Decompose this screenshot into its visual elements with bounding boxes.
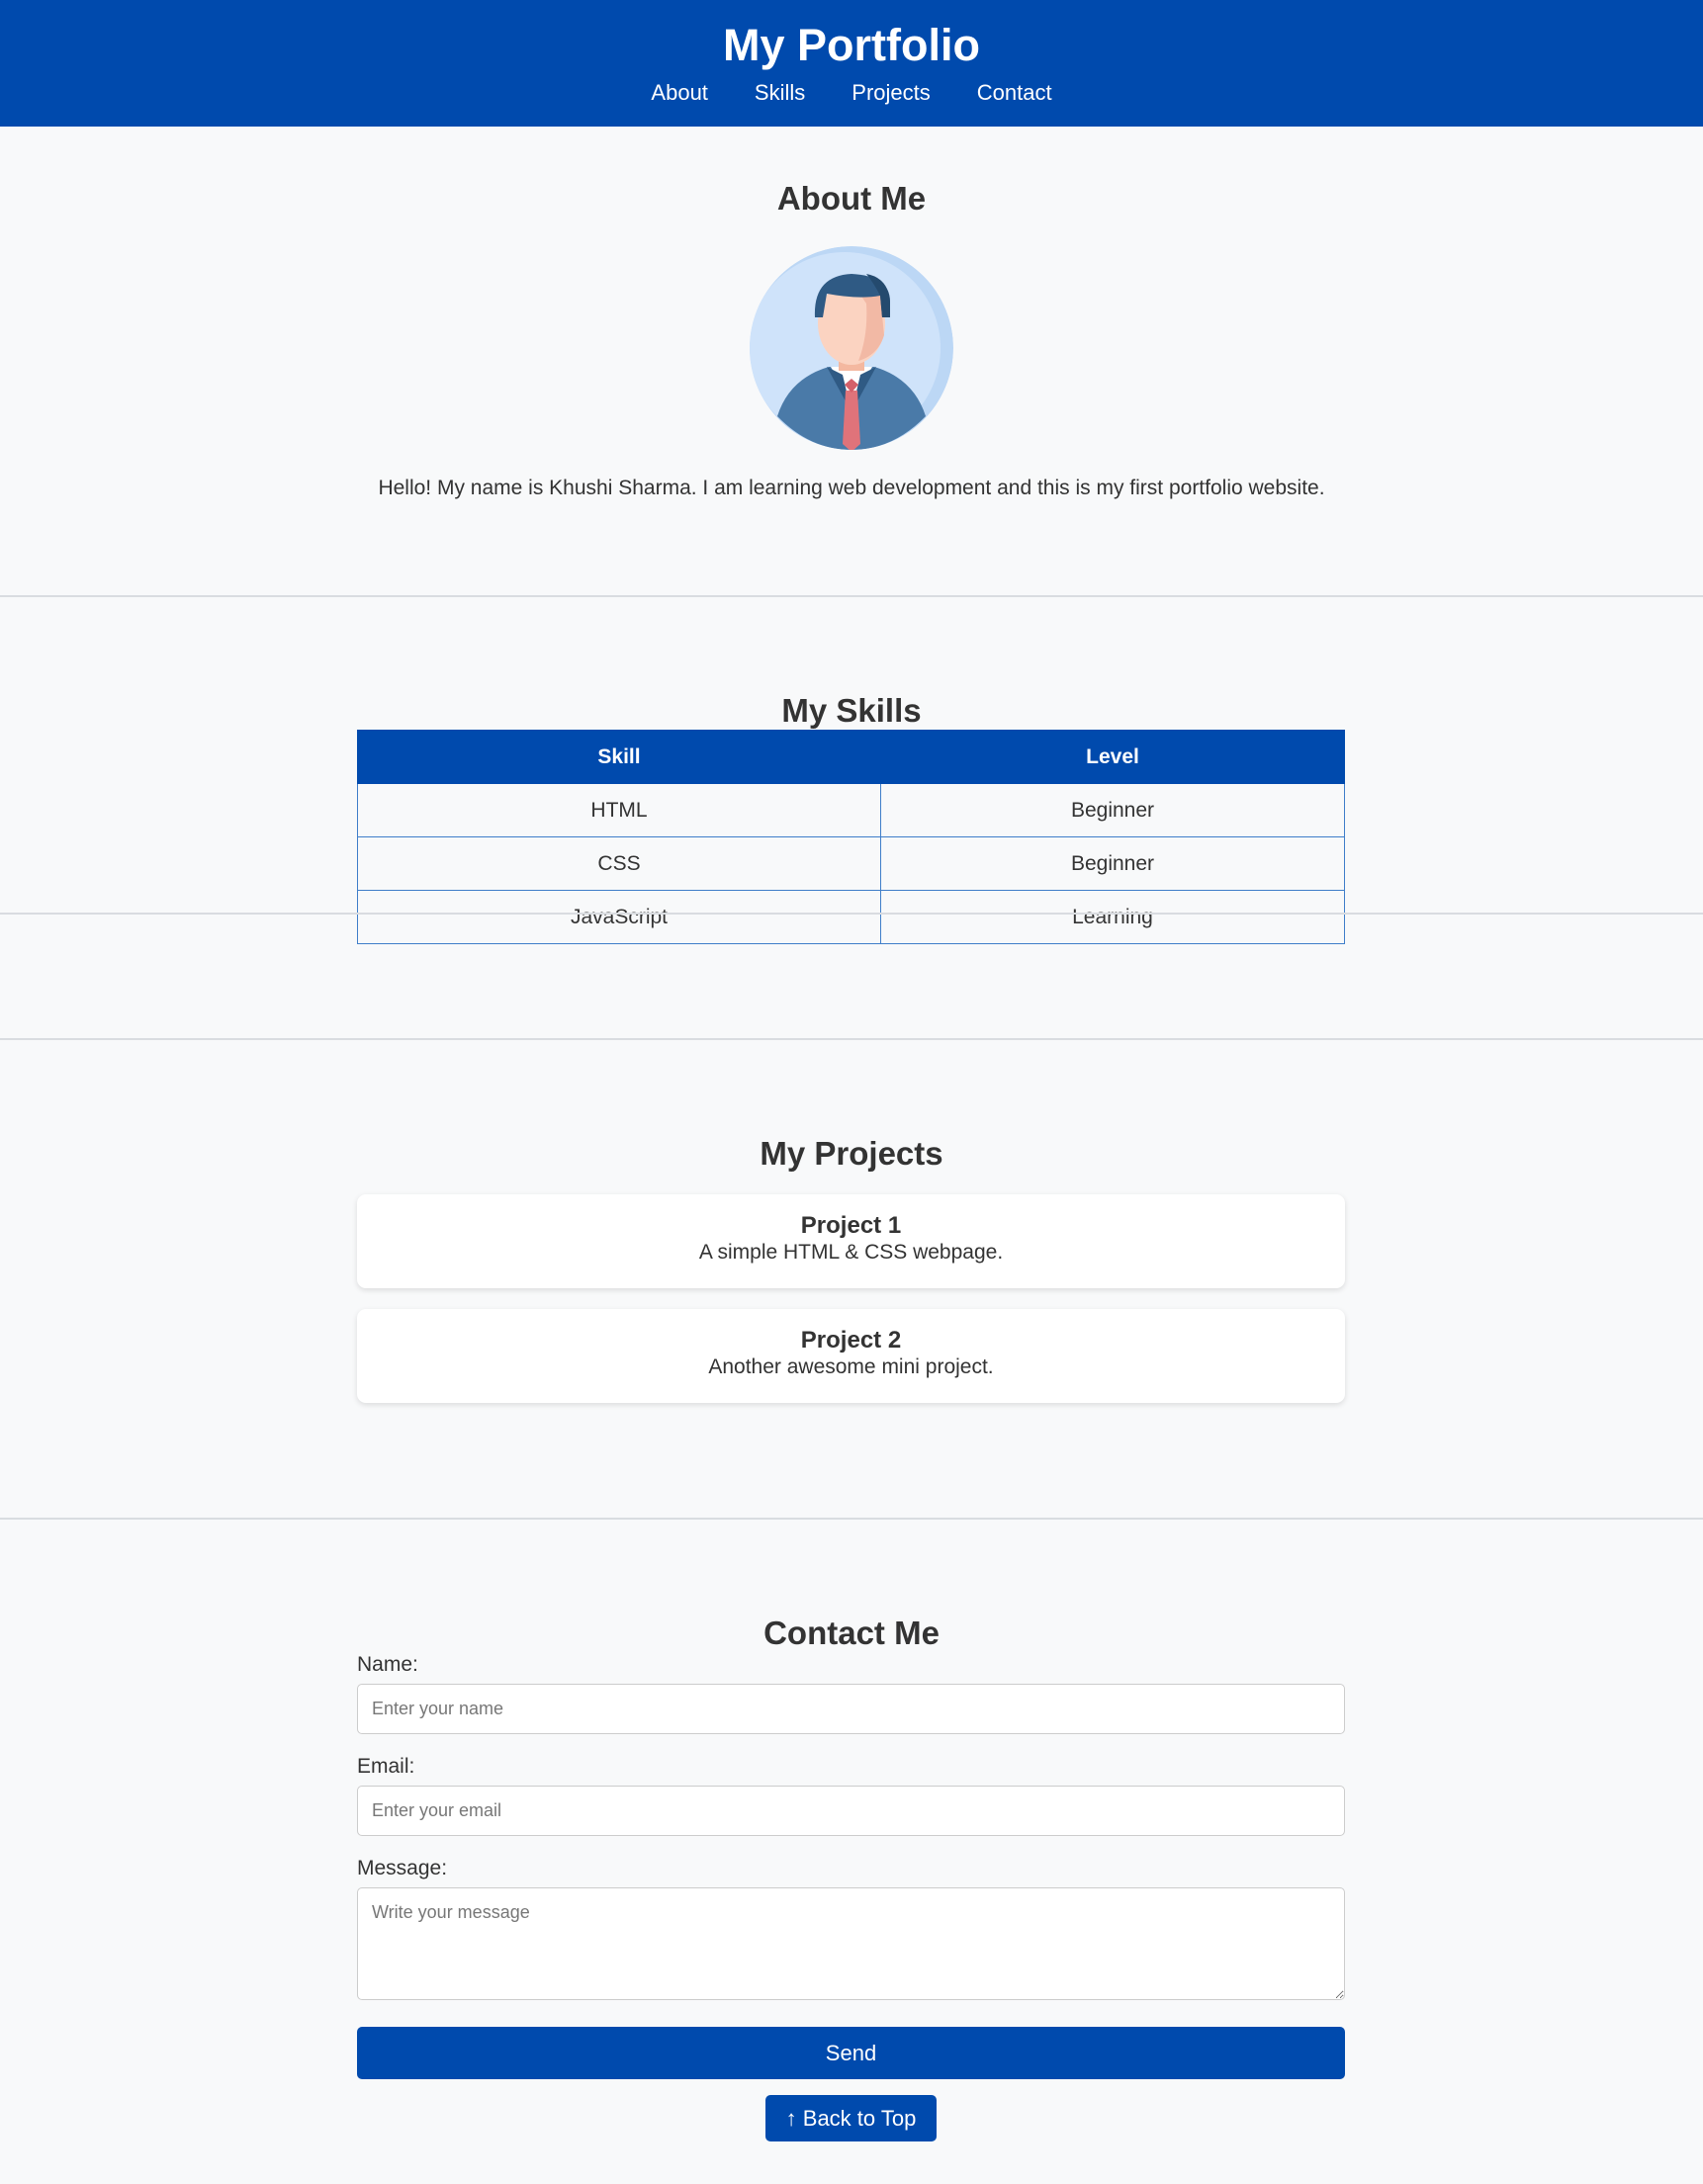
nav-link-about[interactable]: About (651, 79, 708, 107)
section-divider (0, 595, 1703, 597)
name-field[interactable] (357, 1684, 1345, 1734)
table-row: CSS Beginner (357, 836, 1345, 891)
table-header-row: Skill Level (357, 730, 1345, 784)
nav-link-projects[interactable]: Projects (852, 79, 930, 107)
project-description: A simple HTML & CSS webpage. (698, 1241, 1004, 1264)
skill-cell: JavaScript (357, 890, 881, 944)
project-title: Project 2 (800, 1327, 902, 1354)
skill-cell: CSS (357, 836, 881, 891)
section-divider (0, 1038, 1703, 1040)
person-avatar-icon (750, 246, 953, 450)
level-cell: Beginner (880, 783, 1345, 837)
projects-heading: My Projects (760, 1135, 943, 1172)
main-nav: About Skills Projects Contact (0, 79, 1703, 107)
message-field[interactable] (357, 1887, 1345, 2000)
site-title: My Portfolio (723, 20, 980, 70)
table-row: JavaScript Learning (357, 890, 1345, 944)
back-to-top-button[interactable]: ↑ Back to Top (765, 2095, 937, 2141)
project-card: Project 1 A simple HTML & CSS webpage. (357, 1194, 1345, 1288)
project-card: Project 2 Another awesome mini project. (357, 1309, 1345, 1403)
level-cell: Learning (880, 890, 1345, 944)
nav-link-contact[interactable]: Contact (977, 79, 1052, 107)
table-row: HTML Beginner (357, 783, 1345, 837)
section-divider (0, 1518, 1703, 1520)
nav-link-skills[interactable]: Skills (755, 79, 805, 107)
level-cell: Beginner (880, 836, 1345, 891)
project-description: Another awesome mini project. (708, 1355, 994, 1378)
section-divider (0, 913, 1703, 915)
skills-heading: My Skills (781, 692, 922, 729)
project-title: Project 1 (800, 1212, 902, 1239)
site-header: My Portfolio About Skills Projects Conta… (0, 0, 1703, 127)
email-field[interactable] (357, 1786, 1345, 1836)
skill-cell: HTML (357, 783, 881, 837)
about-heading: About Me (776, 180, 927, 217)
message-label: Message: (357, 1857, 448, 1879)
column-header-skill: Skill (357, 730, 881, 784)
about-text: Hello! My name is Khushi Sharma. I am le… (378, 477, 1325, 499)
name-label: Name: (357, 1653, 418, 1676)
email-label: Email: (357, 1755, 415, 1778)
column-header-level: Level (880, 730, 1345, 784)
contact-heading: Contact Me (763, 1615, 940, 1651)
send-button[interactable]: Send (357, 2027, 1345, 2079)
